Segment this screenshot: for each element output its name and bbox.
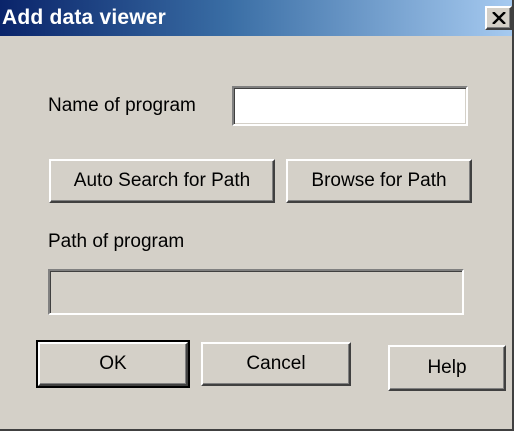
- path-of-program-field[interactable]: [48, 269, 464, 315]
- name-of-program-input[interactable]: [234, 88, 466, 124]
- path-of-program-input[interactable]: [50, 271, 462, 313]
- help-button[interactable]: Help: [388, 345, 506, 391]
- path-of-program-label: Path of program: [48, 231, 185, 252]
- title-bar[interactable]: Add data viewer: [0, 0, 512, 36]
- ok-button[interactable]: OK: [36, 340, 190, 388]
- close-icon: [492, 12, 506, 24]
- browse-for-path-button[interactable]: Browse for Path: [286, 159, 472, 203]
- cancel-button[interactable]: Cancel: [201, 342, 351, 386]
- close-button[interactable]: [485, 6, 512, 30]
- name-of-program-label: Name of program: [48, 95, 196, 116]
- window-title: Add data viewer: [2, 6, 167, 29]
- name-of-program-field[interactable]: [232, 86, 468, 126]
- add-data-viewer-dialog: Add data viewer Name of program Auto Sea…: [0, 0, 514, 431]
- auto-search-for-path-button[interactable]: Auto Search for Path: [49, 159, 275, 203]
